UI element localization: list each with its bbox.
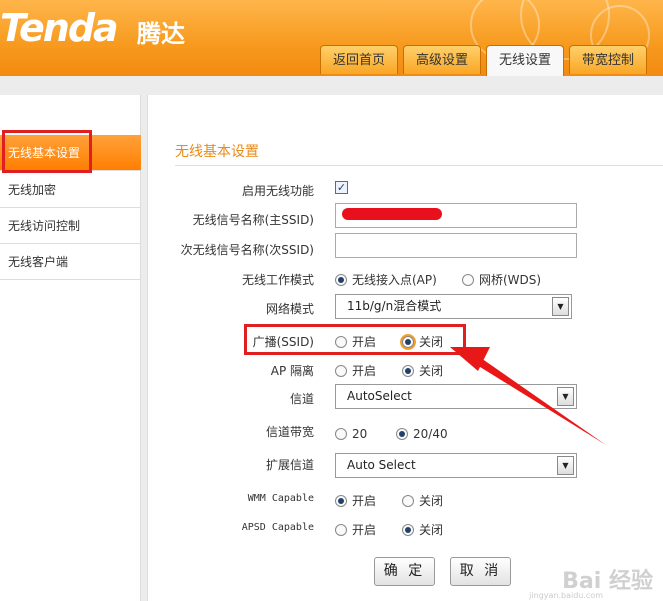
annotation-arrow <box>450 347 606 445</box>
watermark-url: jingyan.baidu.com <box>529 591 603 600</box>
arrow-shaft <box>472 356 606 445</box>
